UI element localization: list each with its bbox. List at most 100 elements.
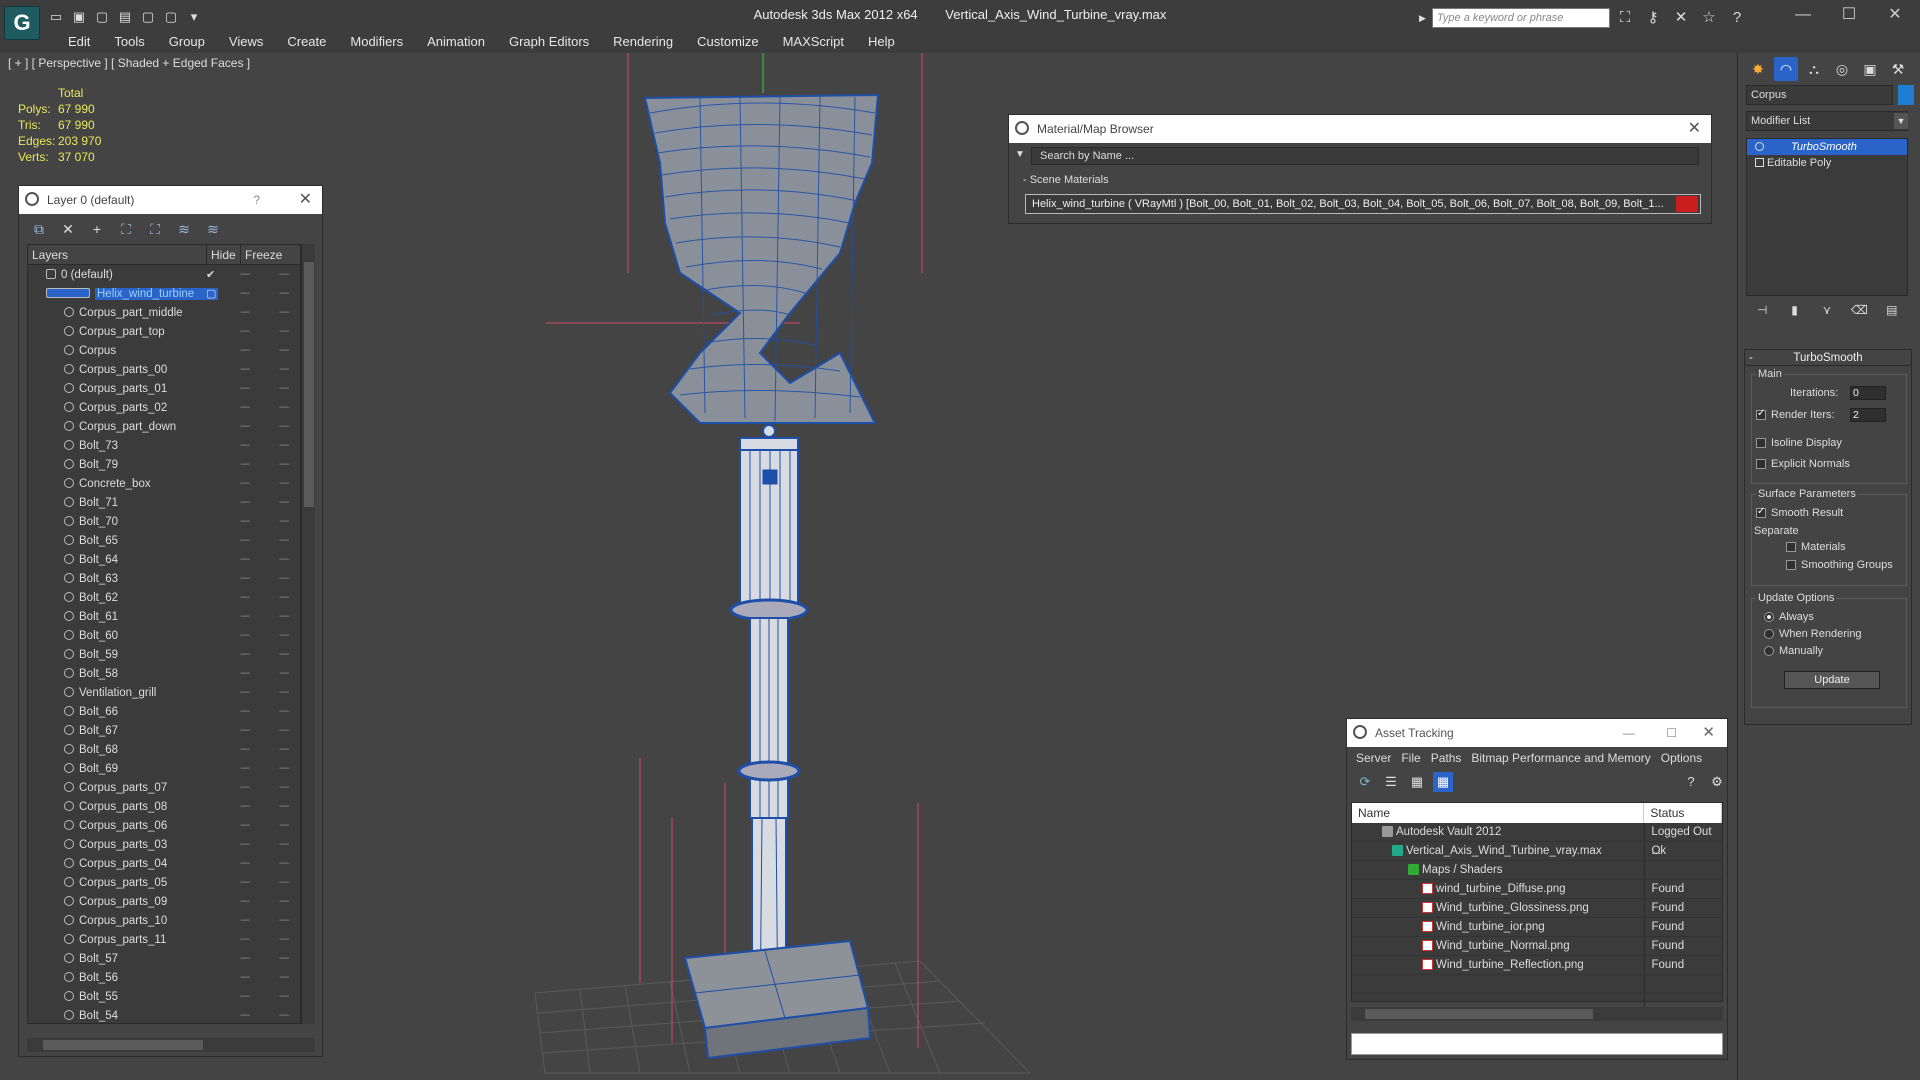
explicit-normals-checkbox[interactable]: Explicit Normals [1756,458,1850,470]
asset-maximize-icon[interactable]: ☐ [1666,719,1677,747]
smooth-result-checkbox[interactable]: Smooth Result [1756,506,1843,519]
hide-toggle[interactable]: ---- [240,364,250,375]
refresh-icon[interactable]: ⟳ [1355,772,1375,792]
freeze-toggle[interactable]: ---- [279,915,289,926]
menu-group[interactable]: Group [157,31,217,53]
remove-modifier-icon[interactable]: ⌫ [1850,300,1868,320]
menu-help[interactable]: Help [856,31,907,53]
make-unique-icon[interactable]: ⋎ [1818,300,1836,320]
hide-toggle[interactable]: ---- [240,858,250,869]
layer-object-row[interactable]: Bolt_67 ---- ---- [28,721,300,740]
stack-item-editable-poly[interactable]: Editable Poly [1747,155,1907,171]
freeze-toggle[interactable]: ---- [279,535,289,546]
table-view-icon[interactable]: ▦ [1433,772,1453,792]
menu-graph-editors[interactable]: Graph Editors [497,31,601,53]
layer-object-row[interactable]: Bolt_70 ---- ---- [28,512,300,531]
freeze-toggle[interactable]: ---- [279,459,289,470]
layer-object-row[interactable]: Corpus_parts_06 ---- ---- [28,816,300,835]
hide-toggle[interactable]: ---- [240,554,250,565]
freeze-toggle[interactable]: ---- [279,782,289,793]
layer-object-row[interactable]: Corpus_parts_04 ---- ---- [28,854,300,873]
layer-object-row[interactable]: Corpus_parts_02 ---- ---- [28,398,300,417]
layer-object-row[interactable]: Corpus_parts_05 ---- ---- [28,873,300,892]
layer-object-row[interactable]: Ventilation_grill ---- ---- [28,683,300,702]
freeze-toggle[interactable]: ---- [279,592,289,603]
binoculars-icon[interactable]: ⛶ [1614,8,1636,28]
hide-toggle[interactable]: ---- [240,820,250,831]
hide-toggle[interactable]: ---- [240,269,250,280]
chevron-down-icon[interactable]: ▼ [1894,113,1908,129]
viewport-label[interactable]: [ + ] [ Perspective ] [ Shaded + Edged F… [8,56,250,70]
asset-menu-file[interactable]: File [1396,747,1425,769]
freeze-toggle[interactable]: ---- [279,820,289,831]
hide-toggle[interactable]: ---- [240,440,250,451]
asset-help-icon[interactable]: ? [1681,772,1701,792]
turbine-generator-housing[interactable] [739,424,799,609]
scene-materials-section[interactable]: - Scene Materials [1017,171,1699,189]
maximize-icon[interactable]: ☐ [1826,0,1872,30]
save-file-icon[interactable]: ▣ [69,8,89,26]
turbosmooth-rollout-title[interactable]: - TurboSmooth [1745,350,1911,366]
freeze-toggle[interactable]: ---- [279,649,289,660]
layer-object-row[interactable]: Bolt_64 ---- ---- [28,550,300,569]
material-options-icon[interactable]: ▼ [1015,149,1025,160]
layer-object-row[interactable]: Bolt_71 ---- ---- [28,493,300,512]
asset-row[interactable]: Wind_turbine_Normal.png Found [1352,937,1722,956]
menu-customize[interactable]: Customize [685,31,770,53]
help-icon[interactable]: ? [1726,8,1748,28]
current-layer-mark[interactable]: ▢ [206,287,216,300]
layer-object-row[interactable]: Concrete_box ---- ---- [28,474,300,493]
asset-row[interactable]: Wind_turbine_Glossiness.png Found [1352,899,1722,918]
asset-row[interactable]: wind_turbine_Diffuse.png Found [1352,880,1722,899]
minimize-icon[interactable]: — [1780,0,1826,30]
modifier-list-dropdown[interactable]: Modifier List [1746,111,1908,131]
render-iters-checkbox[interactable]: Render Iters: [1756,408,1835,421]
layer-object-row[interactable]: Bolt_66 ---- ---- [28,702,300,721]
menu-modifiers[interactable]: Modifiers [338,31,415,53]
freeze-toggle[interactable]: ---- [279,744,289,755]
freeze-toggle[interactable]: ---- [279,326,289,337]
material-row[interactable]: Helix_wind_turbine ( VRayMtl ) [Bolt_00,… [1025,194,1701,214]
current-layer-mark[interactable]: ✔ [206,268,215,281]
layer-help-button[interactable]: ? [253,186,260,214]
hide-toggle[interactable]: ---- [240,345,250,356]
layer-object-row[interactable]: Bolt_68 ---- ---- [28,740,300,759]
freeze-toggle[interactable]: ---- [279,421,289,432]
freeze-toggle[interactable]: ---- [279,896,289,907]
dropdown-arrow-icon[interactable]: ▾ [184,8,204,26]
asset-menu-paths[interactable]: Paths [1426,747,1467,769]
layer-object-row[interactable]: Bolt_60 ---- ---- [28,626,300,645]
turbine-helix-blades[interactable] [643,93,880,424]
tools-icon[interactable]: ✕ [1670,8,1692,28]
hide-toggle[interactable]: ---- [240,459,250,470]
layer-object-row[interactable]: Bolt_54 ---- ---- [28,1006,300,1023]
asset-row[interactable]: Vertical_Axis_Wind_Turbine_vray.max Ok [1352,842,1722,861]
hide-toggle[interactable]: ---- [240,934,250,945]
freeze-toggle[interactable]: ---- [279,288,289,299]
layer-close-button[interactable]: ✕ [299,186,312,214]
hide-toggle[interactable]: ---- [240,972,250,983]
motion-tab-icon[interactable]: ◎ [1830,57,1854,81]
always-radio[interactable]: Always [1764,611,1814,623]
smoothing-groups-checkbox[interactable]: Smoothing Groups [1786,559,1893,571]
asset-menu-bitmap[interactable]: Bitmap Performance and Memory [1466,747,1655,769]
layer-object-row[interactable]: Corpus_parts_00 ---- ---- [28,360,300,379]
layer-hscroll-thumb[interactable] [43,1040,203,1050]
asset-status-field[interactable] [1351,1033,1723,1055]
stack-item-turbosmooth[interactable]: TurboSmooth [1747,139,1907,155]
layer-object-row[interactable]: Bolt_56 ---- ---- [28,968,300,987]
layer-object-row[interactable]: Corpus_parts_07 ---- ---- [28,778,300,797]
hide-toggle[interactable]: ---- [240,630,250,641]
freeze-toggle[interactable]: ---- [279,440,289,451]
freeze-toggle[interactable]: ---- [279,364,289,375]
freeze-toggle[interactable]: ---- [279,972,289,983]
lightbulb-icon[interactable] [1755,142,1764,151]
asset-tracking-titlebar[interactable]: Asset Tracking — ☐ ✕ [1347,719,1727,747]
asset-horizontal-scrollbar[interactable] [1351,1007,1723,1021]
add-to-layer-icon[interactable]: + [87,219,107,239]
layer-object-row[interactable]: Corpus_parts_11 ---- ---- [28,930,300,949]
hide-toggle[interactable]: ---- [240,839,250,850]
freeze-column-header[interactable]: Freeze [240,245,290,264]
freeze-toggle[interactable]: ---- [279,516,289,527]
menu-edit[interactable]: Edit [56,31,102,53]
